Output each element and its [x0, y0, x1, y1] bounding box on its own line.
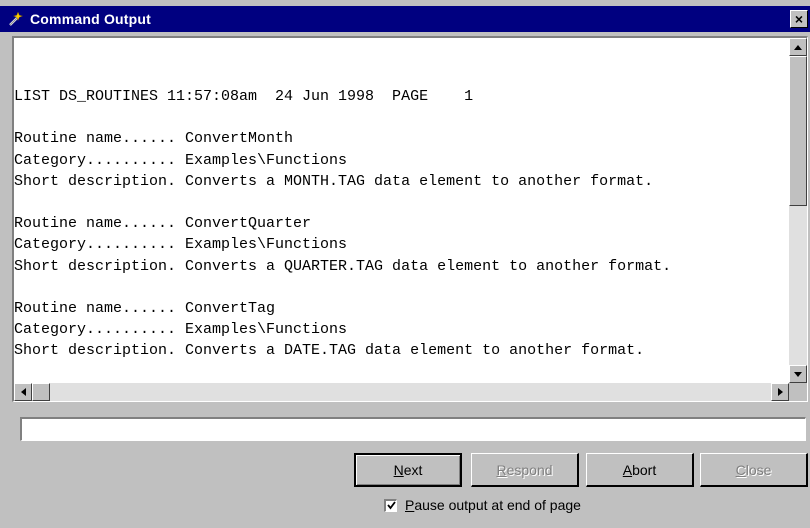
pause-output-option[interactable]: Pause output at end of page	[384, 497, 581, 513]
vertical-scroll-thumb[interactable]	[789, 56, 807, 206]
command-output-window: Command Output × LIST DS_ROUTINES 11:57:…	[0, 0, 810, 528]
scroll-right-button[interactable]	[771, 383, 789, 401]
output-line: Short description. Converts a MONTH.TAG …	[14, 172, 654, 190]
scrollbar-corner	[789, 383, 807, 401]
arrow-up-icon	[794, 44, 802, 50]
output-line: Short description. Converts a QUARTER.TA…	[14, 257, 672, 275]
scroll-down-button[interactable]	[789, 365, 807, 383]
horizontal-scroll-thumb[interactable]	[32, 383, 50, 401]
close-window-button[interactable]: ×	[790, 10, 808, 28]
output-text: LIST DS_ROUTINES 11:57:08am 24 Jun 1998 …	[14, 38, 789, 362]
output-line: Category.......... Examples\Functions	[14, 321, 348, 339]
window-title: Command Output	[30, 11, 152, 27]
arrow-down-icon	[794, 371, 802, 377]
pause-output-label: Pause output at end of page	[405, 497, 581, 513]
close-icon: ×	[794, 11, 804, 27]
output-line: LIST DS_ROUTINES 11:57:08am 24 Jun 1998 …	[14, 88, 474, 105]
respond-label: Respond	[496, 461, 553, 478]
title-bar[interactable]: Command Output ×	[0, 6, 810, 32]
vertical-scrollbar[interactable]	[789, 38, 807, 383]
output-line: Short description. Converts a DATE.TAG d…	[14, 342, 645, 360]
next-button[interactable]: Next	[354, 453, 462, 487]
scroll-left-button[interactable]	[14, 383, 32, 401]
arrow-left-icon	[20, 388, 26, 396]
output-panel: LIST DS_ROUTINES 11:57:08am 24 Jun 1998 …	[12, 36, 808, 402]
output-text-area[interactable]: LIST DS_ROUTINES 11:57:08am 24 Jun 1998 …	[14, 38, 789, 383]
output-line: Routine name...... ConvertMonth	[14, 130, 294, 148]
respond-button[interactable]: Respond	[471, 453, 579, 487]
checkmark-icon	[386, 501, 396, 510]
horizontal-scrollbar[interactable]	[14, 383, 789, 401]
arrow-right-icon	[777, 388, 783, 396]
wand-icon	[6, 10, 24, 28]
pause-output-checkbox[interactable]	[384, 498, 397, 512]
abort-button[interactable]: Abort	[586, 453, 694, 487]
output-line: Category.......... Examples\Functions	[14, 236, 348, 254]
output-line: Category.......... Examples\Functions	[14, 151, 348, 169]
next-label: Next	[393, 462, 423, 478]
abort-label: Abort	[622, 461, 657, 478]
output-line: Routine name...... ConvertTag	[14, 300, 276, 318]
command-input[interactable]	[20, 417, 806, 441]
output-line: Routine name...... ConvertQuarter	[14, 215, 312, 233]
close-label: Close	[735, 461, 772, 478]
close-button[interactable]: Close	[700, 453, 808, 487]
scroll-up-button[interactable]	[789, 38, 807, 56]
